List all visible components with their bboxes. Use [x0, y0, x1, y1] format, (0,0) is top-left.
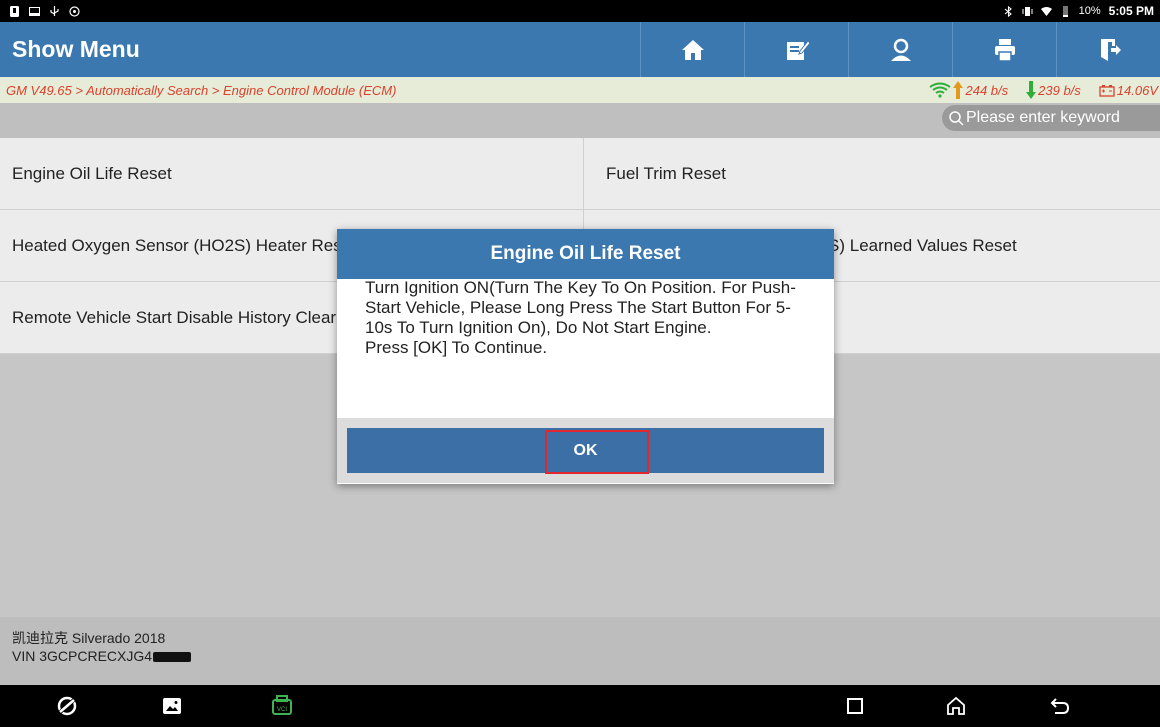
gallery-icon[interactable]: [160, 694, 184, 718]
engine-oil-reset-dialog: Engine Oil Life Reset Turn Ignition ON(T…: [337, 229, 834, 484]
dialog-title: Engine Oil Life Reset: [337, 229, 834, 279]
ok-highlight-box: [545, 430, 649, 474]
vci-icon[interactable]: VCI: [270, 694, 294, 718]
dialog-message: Turn Ignition ON(Turn The Key To On Posi…: [337, 278, 834, 418]
back-icon[interactable]: [1048, 694, 1072, 718]
dialog-footer: OK: [337, 418, 834, 483]
dialog-continue-hint: Press [OK] To Continue.: [365, 338, 548, 357]
ok-button[interactable]: OK: [347, 428, 824, 474]
home-nav-icon[interactable]: [944, 694, 968, 718]
browser-icon[interactable]: [55, 694, 79, 718]
recent-apps-icon[interactable]: [843, 694, 867, 718]
svg-text:VCI: VCI: [277, 707, 287, 713]
dialog-instruction: Turn Ignition ON(Turn The Key To On Posi…: [365, 278, 796, 337]
modal-overlay: Engine Oil Life Reset Turn Ignition ON(T…: [0, 0, 1160, 685]
system-nav-bar: VCI: [0, 685, 1160, 727]
